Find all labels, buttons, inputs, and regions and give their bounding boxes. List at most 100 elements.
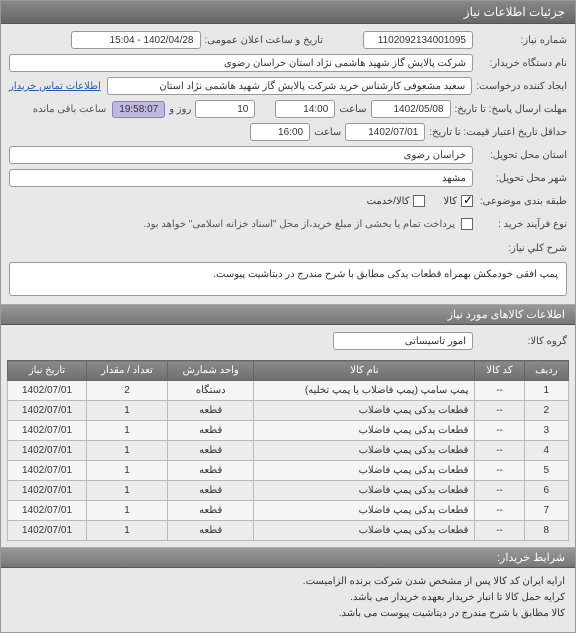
cell-unit: قطعه <box>167 421 253 441</box>
cat-service-checkbox[interactable]: کالا/خدمت <box>367 195 426 207</box>
cell-qty: 1 <box>86 461 167 481</box>
days-suffix: روز و <box>169 104 191 115</box>
buyer-field: شرکت پالایش گاز شهید هاشمی نژاد استان خر… <box>9 54 473 72</box>
cell-date: 1402/07/01 <box>8 501 87 521</box>
cell-idx: 8 <box>524 521 568 541</box>
cell-name: قطعات یدکی پمپ فاضلاب <box>254 481 475 501</box>
cell-unit: قطعه <box>167 501 253 521</box>
city-label: شهر محل تحویل: <box>477 173 567 184</box>
validity-label: حداقل تاریخ اعتبار قیمت: تا تاریخ: <box>429 127 567 138</box>
province-label: استان محل تحویل: <box>477 150 567 161</box>
days-field: 10 <box>195 100 255 118</box>
check-icon <box>461 195 473 207</box>
cell-date: 1402/07/01 <box>8 381 87 401</box>
cell-date: 1402/07/01 <box>8 441 87 461</box>
cell-name: قطعات یدکی پمپ فاضلاب <box>254 521 475 541</box>
table-row: 3--قطعات یدکی پمپ فاضلابقطعه11402/07/01 <box>8 421 569 441</box>
cell-idx: 3 <box>524 421 568 441</box>
cell-name: قطعات یدکی پمپ فاضلاب <box>254 441 475 461</box>
cat-goods-label: کالا <box>443 196 457 207</box>
page-title: جزئیات اطلاعات نیاز <box>1 1 575 24</box>
creator-field: سعید مشعوفی کارشناس خرید شرکت پالایش گاز… <box>107 77 472 95</box>
table-row: 8--قطعات یدکی پمپ فاضلابقطعه11402/07/01 <box>8 521 569 541</box>
cell-date: 1402/07/01 <box>8 461 87 481</box>
cat-goods-checkbox[interactable]: کالا <box>443 195 473 207</box>
note-line-2: کرایه حمل کالا تا انبار خریدار بعهده خری… <box>11 590 565 606</box>
cell-code: -- <box>475 501 524 521</box>
th-qty: تعداد / مقدار <box>86 361 167 381</box>
announce-label: تاریخ و ساعت اعلان عمومی: <box>205 35 324 46</box>
cell-name: قطعات یدکی پمپ فاضلاب <box>254 421 475 441</box>
cell-date: 1402/07/01 <box>8 481 87 501</box>
items-table: ردیف کد کالا نام کالا واحد شمارش تعداد /… <box>7 360 569 541</box>
cell-name: قطعات یدکی پمپ فاضلاب <box>254 501 475 521</box>
cell-qty: 1 <box>86 441 167 461</box>
cell-qty: 1 <box>86 481 167 501</box>
cat-service-label: کالا/خدمت <box>367 196 410 207</box>
note-line-3: کالا مطابق با شرح مندرج در دیتاشیت پیوست… <box>11 606 565 622</box>
need-no-label: شماره نیاز: <box>477 35 567 46</box>
deadline-time-field: 14:00 <box>275 100 335 118</box>
th-idx: ردیف <box>524 361 568 381</box>
checkbox-icon <box>461 218 473 230</box>
cell-unit: دستگاه <box>167 381 253 401</box>
table-row: 1--پمپ سامپ (پمپ فاضلاب یا پمپ تخلیه)دست… <box>8 381 569 401</box>
process-label: نوع فرآیند خرید : <box>477 219 567 230</box>
buyer-label: نام دستگاه خریدار: <box>477 58 567 69</box>
process-checkbox[interactable] <box>461 218 473 230</box>
deadline-label: مهلت ارسال پاسخ: تا تاریخ: <box>455 104 567 115</box>
cell-unit: قطعه <box>167 441 253 461</box>
cell-idx: 6 <box>524 481 568 501</box>
cell-qty: 2 <box>86 381 167 401</box>
cell-code: -- <box>475 401 524 421</box>
cell-date: 1402/07/01 <box>8 521 87 541</box>
cell-idx: 4 <box>524 441 568 461</box>
cell-idx: 5 <box>524 461 568 481</box>
validity-date-field: 1402/07/01 <box>345 123 425 141</box>
cell-name: قطعات یدکی پمپ فاضلاب <box>254 401 475 421</box>
cell-code: -- <box>475 421 524 441</box>
cell-qty: 1 <box>86 421 167 441</box>
cell-code: -- <box>475 441 524 461</box>
cell-qty: 1 <box>86 401 167 421</box>
announce-field: 1402/04/28 - 15:04 <box>71 31 201 49</box>
cell-code: -- <box>475 381 524 401</box>
desc-label: شرح کلي نياز: <box>13 243 567 254</box>
table-row: 2--قطعات یدکی پمپ فاضلابقطعه11402/07/01 <box>8 401 569 421</box>
cell-idx: 2 <box>524 401 568 421</box>
cell-name: قطعات یدکی پمپ فاضلاب <box>254 461 475 481</box>
cell-unit: قطعه <box>167 461 253 481</box>
cell-date: 1402/07/01 <box>8 401 87 421</box>
table-row: 5--قطعات یدکی پمپ فاضلابقطعه11402/07/01 <box>8 461 569 481</box>
group-label: گروه کالا: <box>477 336 567 347</box>
note-line-1: ارایه ایران کد کالا پس از مشخص شدن شرکت … <box>11 574 565 590</box>
cell-date: 1402/07/01 <box>8 421 87 441</box>
cell-idx: 7 <box>524 501 568 521</box>
creator-label: ایجاد کننده درخواست: <box>476 81 567 92</box>
time-label-2: ساعت <box>314 127 341 138</box>
th-code: کد کالا <box>475 361 524 381</box>
table-row: 4--قطعات یدکی پمپ فاضلابقطعه11402/07/01 <box>8 441 569 461</box>
cell-qty: 1 <box>86 501 167 521</box>
cell-qty: 1 <box>86 521 167 541</box>
process-note: پرداخت تمام یا بخشی از مبلغ خرید،از محل … <box>143 219 455 230</box>
city-field: مشهد <box>9 169 473 187</box>
th-name: نام کالا <box>254 361 475 381</box>
th-date: تاریخ نیاز <box>8 361 87 381</box>
items-section-title: اطلاعات کالاهای مورد نیاز <box>1 304 575 325</box>
contact-link[interactable]: اطلاعات تماس خریدار <box>9 81 101 92</box>
cell-unit: قطعه <box>167 401 253 421</box>
need-no-field: 1102092134001095 <box>363 31 473 49</box>
table-row: 7--قطعات یدکی پمپ فاضلابقطعه11402/07/01 <box>8 501 569 521</box>
cell-code: -- <box>475 481 524 501</box>
th-unit: واحد شمارش <box>167 361 253 381</box>
cell-unit: قطعه <box>167 521 253 541</box>
desc-text: پمپ افقی خودمکش بهمراه قطعات یدکی مطابق … <box>9 262 567 296</box>
buyer-section-title: شرایط خریدار: <box>1 547 575 568</box>
checkbox-icon <box>413 195 425 207</box>
cell-idx: 1 <box>524 381 568 401</box>
time-label-1: ساعت <box>339 104 366 115</box>
province-field: خراسان رضوی <box>9 146 473 164</box>
cat-label: طبقه بندی موضوعی: <box>477 196 567 207</box>
cell-code: -- <box>475 521 524 541</box>
